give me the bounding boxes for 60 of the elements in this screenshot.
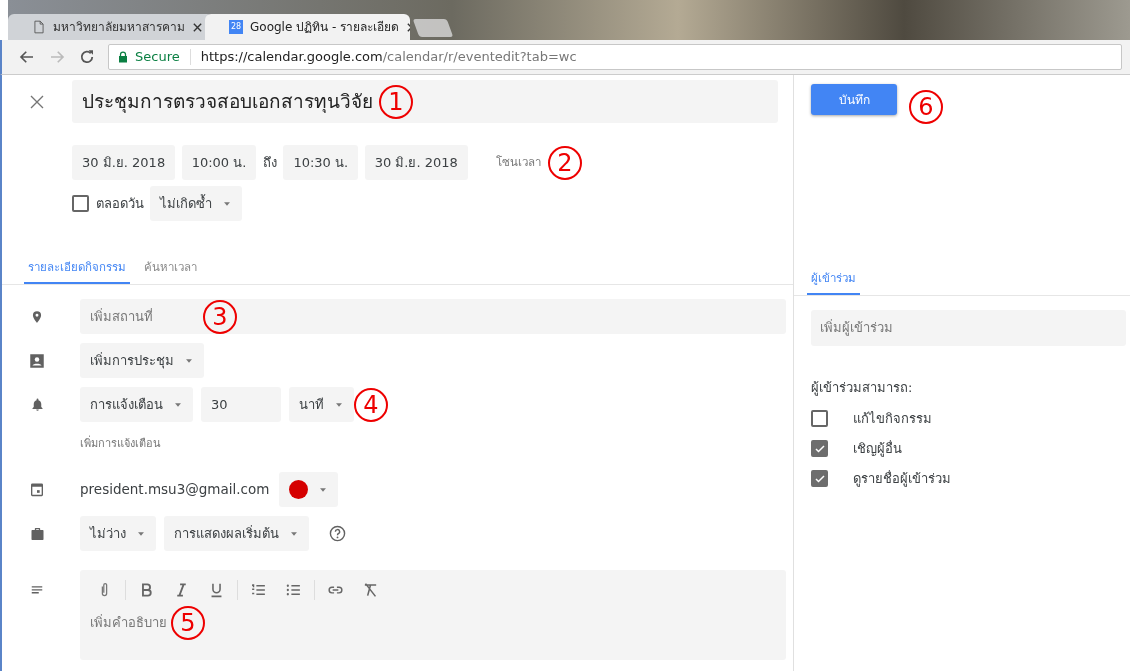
calendar-email: president.msu3@gmail.com — [80, 480, 270, 500]
check-icon — [813, 442, 826, 455]
placeholder-text: เพิ่มผู้เข้าร่วม — [820, 318, 893, 338]
save-button[interactable]: บันทึก — [811, 84, 897, 115]
checkbox-label: เชิญผู้อื่น — [853, 439, 902, 459]
checkbox[interactable] — [811, 410, 828, 427]
tab[interactable]: ผู้เข้าร่วม — [807, 269, 860, 295]
unit-dropdown[interactable]: นาที — [289, 387, 354, 422]
tab[interactable]: ค้นหาเวลา — [140, 258, 201, 284]
checkbox[interactable] — [811, 440, 828, 457]
title-field[interactable]: ประชุมการตรวจสอบเอกสารทุนวิจัย 1 — [72, 80, 778, 123]
availability-dropdown[interactable]: ไม่ว่าง — [80, 516, 156, 551]
guest-field[interactable]: เพิ่มผู้เข้าร่วม — [811, 310, 1126, 346]
person-card-icon — [28, 351, 46, 370]
lock-icon — [117, 50, 129, 64]
annotation-marker: 6 — [909, 90, 943, 124]
help-icon[interactable] — [329, 525, 346, 542]
checkbox-label: ตลอดวัน — [95, 194, 144, 213]
permissions-heading: ผู้เข้าร่วมสามารถ: — [811, 379, 914, 398]
address-bar[interactable]: Secure https://calendar.google.com/calendar/r/eventedit?tab=wc — [108, 44, 1122, 70]
location-pin-icon — [30, 308, 44, 325]
annotation-marker: 1 — [379, 84, 413, 119]
date-field[interactable]: 30 มิ.ย. 2018 — [72, 145, 176, 180]
annotation-marker: 5 — [171, 606, 205, 640]
to-label: ถึง — [262, 153, 277, 172]
check-icon — [813, 472, 826, 485]
date-field[interactable]: 30 มิ.ย. 2018 — [364, 145, 468, 180]
close-icon[interactable] — [192, 21, 203, 33]
secure-label: Secure — [135, 48, 180, 67]
browser-tab[interactable]: 28 Google ปฏิทิน - รายละเอียด — [205, 14, 410, 40]
page-icon — [32, 19, 46, 35]
annotation-marker: 2 — [547, 145, 582, 180]
notification-type-dropdown[interactable]: การแจ้งเตือน — [80, 387, 193, 422]
add-notification-link[interactable]: เพิ่มการแจ้งเตือน — [80, 435, 161, 453]
placeholder-text: เพิ่มสถานที่ — [90, 307, 153, 326]
placeholder-text: เพิ่มคำอธิบาย — [90, 613, 167, 633]
calendar-icon: 28 — [229, 20, 243, 34]
minutes-field[interactable]: 30 — [201, 387, 281, 422]
checkbox[interactable] — [811, 470, 828, 487]
checkbox-label: แก้ไขกิจกรรม — [853, 409, 932, 428]
time-field[interactable]: 10:30 น. — [283, 145, 359, 180]
checkbox-label: ดูรายชื่อผู้เข้าร่วม — [853, 469, 951, 489]
color-dropdown[interactable] — [279, 472, 339, 507]
time-field[interactable]: 10:00 น. — [181, 145, 257, 180]
tab[interactable]: รายละเอียดกิจกรรม — [24, 258, 130, 284]
clear-format-icon[interactable] — [362, 581, 379, 599]
title-text: ประชุมการตรวจสอบเอกสารทุนวิจัย — [82, 89, 373, 115]
annotation-marker: 4 — [354, 387, 388, 422]
url-text: https://calendar.google.com/calendar/r/eventedit?tab=wc — [200, 48, 577, 67]
back-icon[interactable] — [18, 48, 36, 66]
description-field[interactable]: เพิ่มคำอธิบาย 5 — [80, 570, 786, 660]
conference-dropdown[interactable]: เพิ่มการประชุม — [80, 343, 204, 378]
annotation-marker: 3 — [203, 299, 237, 334]
location-field[interactable]: เพิ่มสถานที่ 3 — [80, 299, 786, 334]
reload-icon[interactable] — [78, 48, 96, 66]
timezone-link[interactable]: โซนเวลา — [496, 153, 542, 172]
calendar-icon — [29, 481, 45, 498]
visibility-dropdown[interactable]: การแสดงผลเริ่มต้น — [164, 516, 309, 551]
repeat-dropdown[interactable]: ไม่เกิดซ้ำ — [150, 186, 242, 221]
checkbox[interactable] — [72, 195, 89, 212]
